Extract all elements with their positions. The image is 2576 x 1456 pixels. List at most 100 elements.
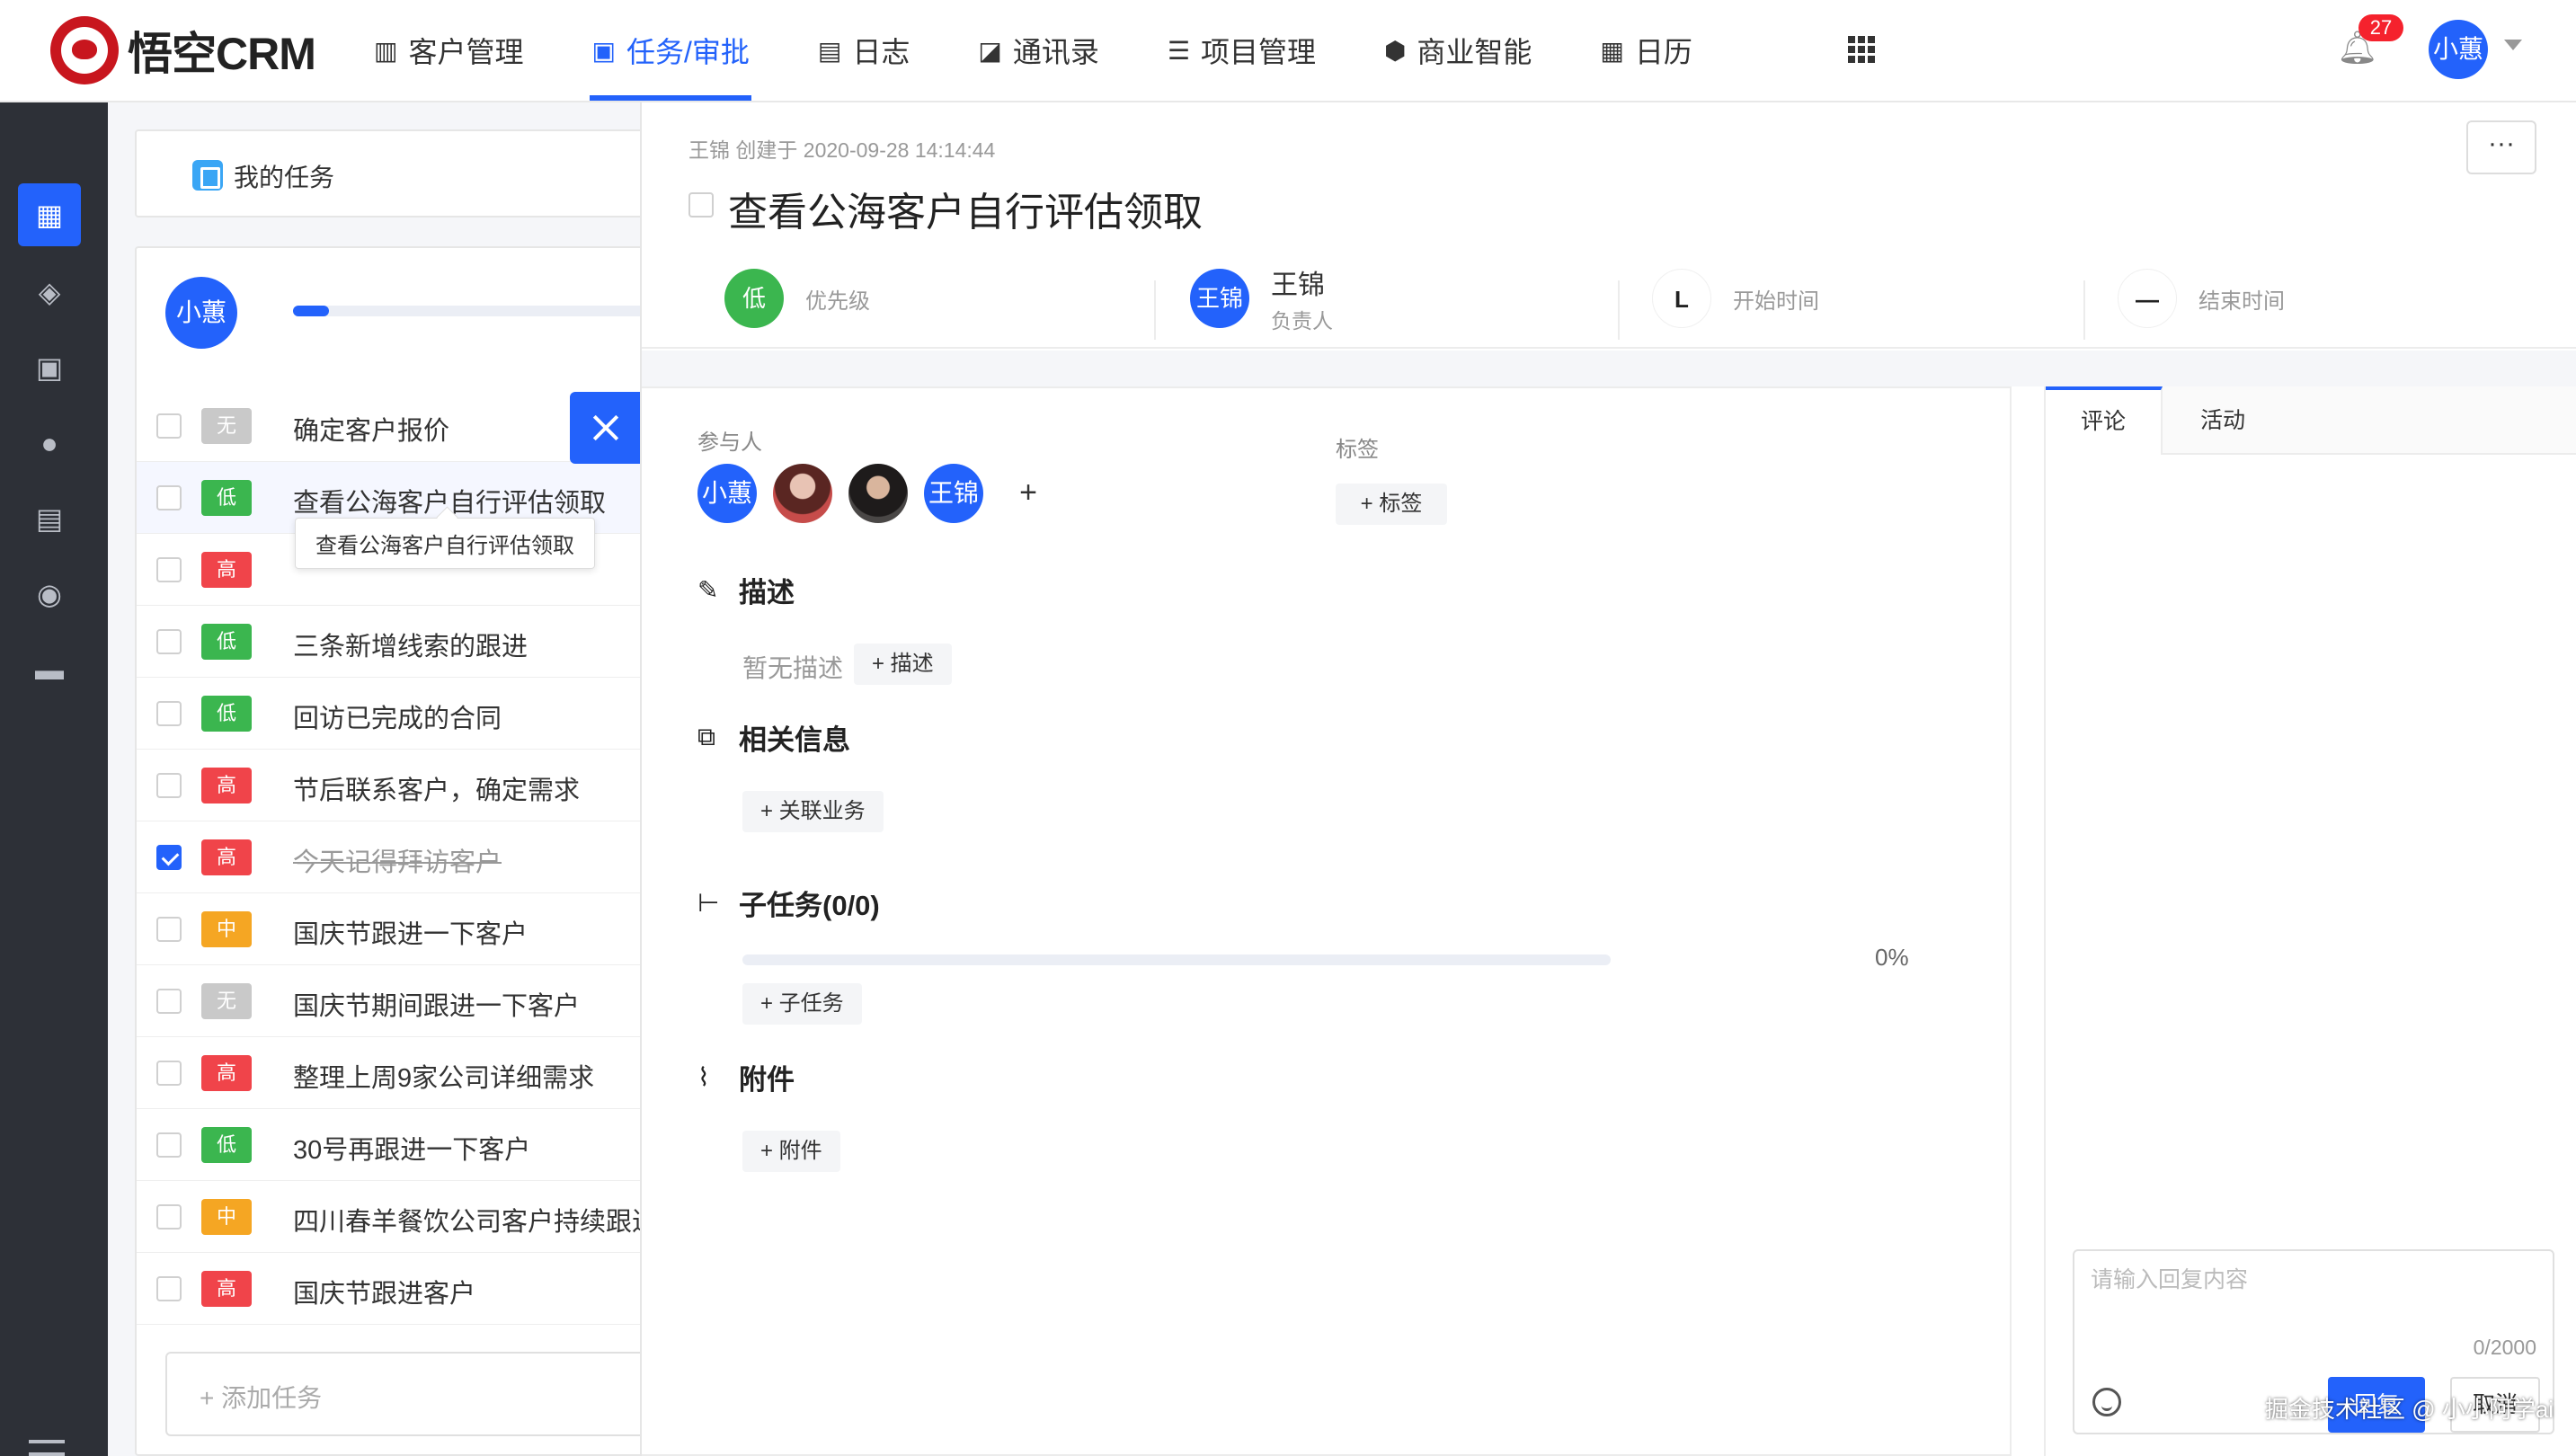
nav-projects[interactable]: ☰ 项目管理 bbox=[1168, 0, 1316, 101]
end-time-field[interactable]: — 结束时间 bbox=[2118, 268, 2285, 329]
nav-label: 日志 bbox=[852, 36, 910, 68]
rail-task-check-icon[interactable]: ▣ bbox=[18, 336, 81, 399]
task-checkbox[interactable] bbox=[156, 1276, 182, 1301]
edit-icon: ✎ bbox=[697, 576, 719, 604]
task-complete-checkbox[interactable] bbox=[688, 192, 714, 218]
nav-customers[interactable]: ▥ 客户管理 bbox=[374, 0, 523, 101]
task-checkbox[interactable] bbox=[156, 773, 182, 798]
task-checkbox[interactable] bbox=[156, 701, 182, 726]
task-row[interactable]: 中 国庆节跟进一下客户 bbox=[137, 893, 672, 965]
rail-layers-icon[interactable]: ◈ bbox=[18, 261, 81, 324]
priority-badge: 高 bbox=[201, 552, 252, 588]
list-icon: ☰ bbox=[1167, 36, 1190, 65]
task-checkbox[interactable] bbox=[156, 917, 182, 942]
more-options-button[interactable]: ··· bbox=[2466, 120, 2536, 174]
start-time-field[interactable]: L 开始时间 bbox=[1652, 268, 1819, 329]
task-checkbox[interactable] bbox=[156, 557, 182, 582]
owner-field[interactable]: 王锦 王锦 负责人 bbox=[1190, 268, 1333, 333]
priority-field[interactable]: 低 优先级 bbox=[724, 268, 870, 329]
collapse-menu-icon[interactable] bbox=[29, 1440, 65, 1456]
task-checkbox[interactable] bbox=[156, 1132, 182, 1158]
add-attachment-button[interactable]: + 附件 bbox=[742, 1131, 840, 1172]
task-row[interactable]: 中 四川春羊餐饮公司客户持续跟进 bbox=[137, 1181, 672, 1253]
add-tag-button[interactable]: + 标签 bbox=[1336, 484, 1447, 525]
divider bbox=[1618, 280, 1620, 340]
task-row[interactable]: 高 国庆节跟进客户 bbox=[137, 1253, 672, 1325]
nav-label: 日历 bbox=[1634, 36, 1692, 68]
emoji-icon[interactable] bbox=[2092, 1388, 2121, 1416]
caret-down-icon[interactable] bbox=[2504, 40, 2522, 50]
tab-comments[interactable]: 评论 bbox=[2046, 386, 2163, 455]
logo[interactable]: 悟空CRM bbox=[50, 16, 316, 84]
close-drawer-button[interactable] bbox=[570, 392, 640, 464]
nav-tasks-approvals[interactable]: ▣ 任务/审批 bbox=[590, 0, 752, 101]
rail-archive-icon[interactable]: ▬ bbox=[18, 638, 81, 701]
task-name[interactable]: 四川春羊餐饮公司客户持续跟进 bbox=[293, 1201, 658, 1238]
task-name[interactable]: 国庆节跟进客户 bbox=[293, 1273, 475, 1310]
add-related-business-button[interactable]: + 关联业务 bbox=[742, 791, 884, 832]
task-name[interactable]: 今天记得拜访客户 bbox=[293, 841, 502, 879]
description-heading: ✎ 描述 bbox=[697, 570, 795, 610]
task-name[interactable]: 国庆节期间跟进一下客户 bbox=[293, 985, 580, 1023]
paperclip-icon: ⌇ bbox=[697, 1063, 710, 1091]
participant-avatar[interactable] bbox=[848, 464, 908, 523]
task-name[interactable]: 整理上周9家公司详细需求 bbox=[293, 1057, 594, 1095]
divider bbox=[1154, 280, 1156, 340]
task-name[interactable]: 国庆节跟进一下客户 bbox=[293, 913, 528, 951]
journal-icon: ▤ bbox=[817, 36, 842, 65]
comments-tabs: 评论 活动 bbox=[2046, 386, 2576, 455]
task-row[interactable]: 低 30号再跟进一下客户 bbox=[137, 1109, 672, 1181]
nav-calendar[interactable]: ▦ 日历 bbox=[1600, 0, 1692, 101]
divider bbox=[2083, 280, 2085, 340]
task-completion-progress bbox=[293, 306, 672, 316]
briefcase-icon: ▣ bbox=[591, 36, 616, 65]
task-name[interactable]: 节后联系客户，确定需求 bbox=[293, 769, 580, 807]
task-checkbox[interactable] bbox=[156, 845, 182, 870]
priority-label: 优先级 bbox=[805, 289, 870, 314]
watermark: 掘金技术社区 @ 小小阿学ai bbox=[2265, 1396, 2554, 1423]
description-title: 描述 bbox=[739, 577, 795, 608]
task-row[interactable]: 无 国庆节期间跟进一下客户 bbox=[137, 965, 672, 1037]
task-name[interactable]: 确定客户报价 bbox=[293, 410, 449, 448]
task-row[interactable]: 高 节后联系客户，确定需求 bbox=[137, 750, 672, 821]
task-row[interactable]: 高 今天记得拜访客户 bbox=[137, 821, 672, 893]
task-row[interactable]: 低 三条新增线索的跟进 bbox=[137, 606, 672, 678]
nav-address-book[interactable]: ◪ 通讯录 bbox=[978, 0, 1098, 101]
task-checkbox[interactable] bbox=[156, 485, 182, 510]
nav-journal[interactable]: ▤ 日志 bbox=[818, 0, 910, 101]
task-checkbox[interactable] bbox=[156, 1061, 182, 1086]
participant-avatar[interactable] bbox=[773, 464, 832, 523]
related-info-heading: ⧉ 相关信息 bbox=[697, 717, 850, 758]
task-checkbox[interactable] bbox=[156, 413, 182, 439]
side-rail: ▦ ◈ ▣ ● ▤ ◉ ▬ bbox=[0, 102, 108, 1456]
my-tasks-header[interactable]: 我的任务 bbox=[135, 129, 674, 218]
priority-badge: 中 bbox=[201, 1199, 252, 1235]
add-subtask-button[interactable]: + 子任务 bbox=[742, 983, 862, 1025]
shield-check-icon: ⬢ bbox=[1383, 36, 1407, 65]
rail-form-edit-icon[interactable]: ▤ bbox=[18, 487, 81, 550]
tab-activity[interactable]: 活动 bbox=[2164, 386, 2281, 455]
task-name[interactable]: 三条新增线索的跟进 bbox=[293, 626, 528, 663]
task-name[interactable]: 回访已完成的合同 bbox=[293, 697, 502, 735]
participants-label: 参与人 bbox=[697, 431, 762, 455]
task-name[interactable]: 30号再跟进一下客户 bbox=[293, 1129, 530, 1167]
nav-business-intelligence[interactable]: ⬢ 商业智能 bbox=[1384, 0, 1532, 101]
rail-dashboard-icon[interactable]: ▦ bbox=[18, 183, 81, 246]
top-bar: 悟空CRM ▥ 客户管理 ▣ 任务/审批 ▤ 日志 ◪ 通讯录 ☰ 项目管理 ⬢ 商业智能 … bbox=[0, 0, 2576, 102]
rail-money-bag-icon[interactable]: ◉ bbox=[18, 563, 81, 626]
task-checkbox[interactable] bbox=[156, 989, 182, 1014]
participant-avatar[interactable]: 王锦 bbox=[924, 464, 983, 523]
task-row[interactable]: 高 整理上周9家公司详细需求 bbox=[137, 1037, 672, 1109]
add-task-input[interactable]: + 添加任务 bbox=[165, 1352, 672, 1436]
participant-avatar[interactable]: 小蕙 bbox=[697, 464, 757, 523]
task-checkbox[interactable] bbox=[156, 1204, 182, 1230]
user-avatar[interactable]: 小蕙 bbox=[2429, 20, 2488, 79]
apps-grid-icon[interactable] bbox=[1848, 36, 1875, 63]
task-title[interactable]: 查看公海客户自行评估领取 bbox=[728, 180, 1203, 237]
task-checkbox[interactable] bbox=[156, 629, 182, 654]
task-row[interactable]: 低 回访已完成的合同 bbox=[137, 678, 672, 750]
add-description-button[interactable]: + 描述 bbox=[854, 644, 952, 685]
related-info-title: 相关信息 bbox=[739, 724, 850, 756]
add-participant-button[interactable]: + bbox=[1001, 466, 1055, 520]
rail-user-icon[interactable]: ● bbox=[18, 412, 81, 475]
